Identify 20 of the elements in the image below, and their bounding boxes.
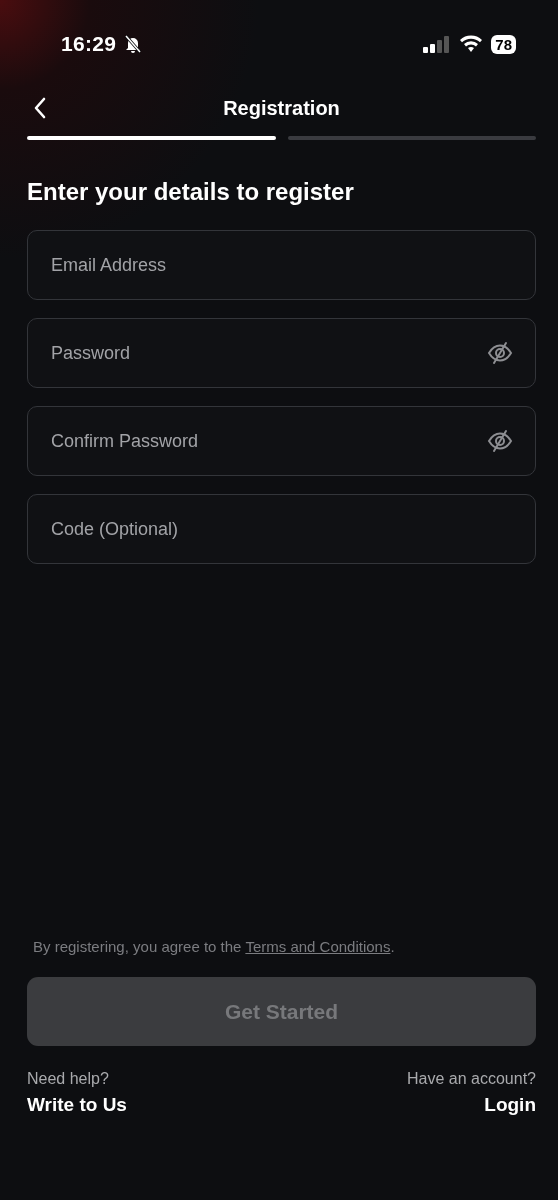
muted-bell-icon <box>124 34 143 54</box>
screen-title: Registration <box>223 96 340 120</box>
input-field[interactable]: Code (Optional) <box>27 494 536 564</box>
signal-icon <box>423 35 452 53</box>
battery-level: 78 <box>491 34 516 54</box>
input-field[interactable]: Confirm Password <box>27 406 536 476</box>
status-time: 16:29 <box>61 32 117 56</box>
write-to-us-link[interactable]: Write to Us <box>27 1094 127 1116</box>
terms-link[interactable]: Terms and Conditions <box>245 938 391 955</box>
input-field[interactable]: Password <box>27 318 536 388</box>
hidden-eye-icon[interactable] <box>486 427 514 455</box>
terms-notice: By registering, you agree to the Terms and Conditions. <box>33 938 396 955</box>
account-prompt: Have an account? <box>407 1070 536 1088</box>
wifi-icon <box>459 35 484 53</box>
hidden-eye-icon[interactable] <box>486 339 514 367</box>
form-heading: Enter your details to register <box>27 178 355 206</box>
input-field[interactable]: Email Address <box>27 230 536 300</box>
help-prompt: Need help? <box>27 1070 109 1088</box>
back-button[interactable] <box>33 96 47 120</box>
login-link[interactable]: Login <box>484 1094 536 1116</box>
